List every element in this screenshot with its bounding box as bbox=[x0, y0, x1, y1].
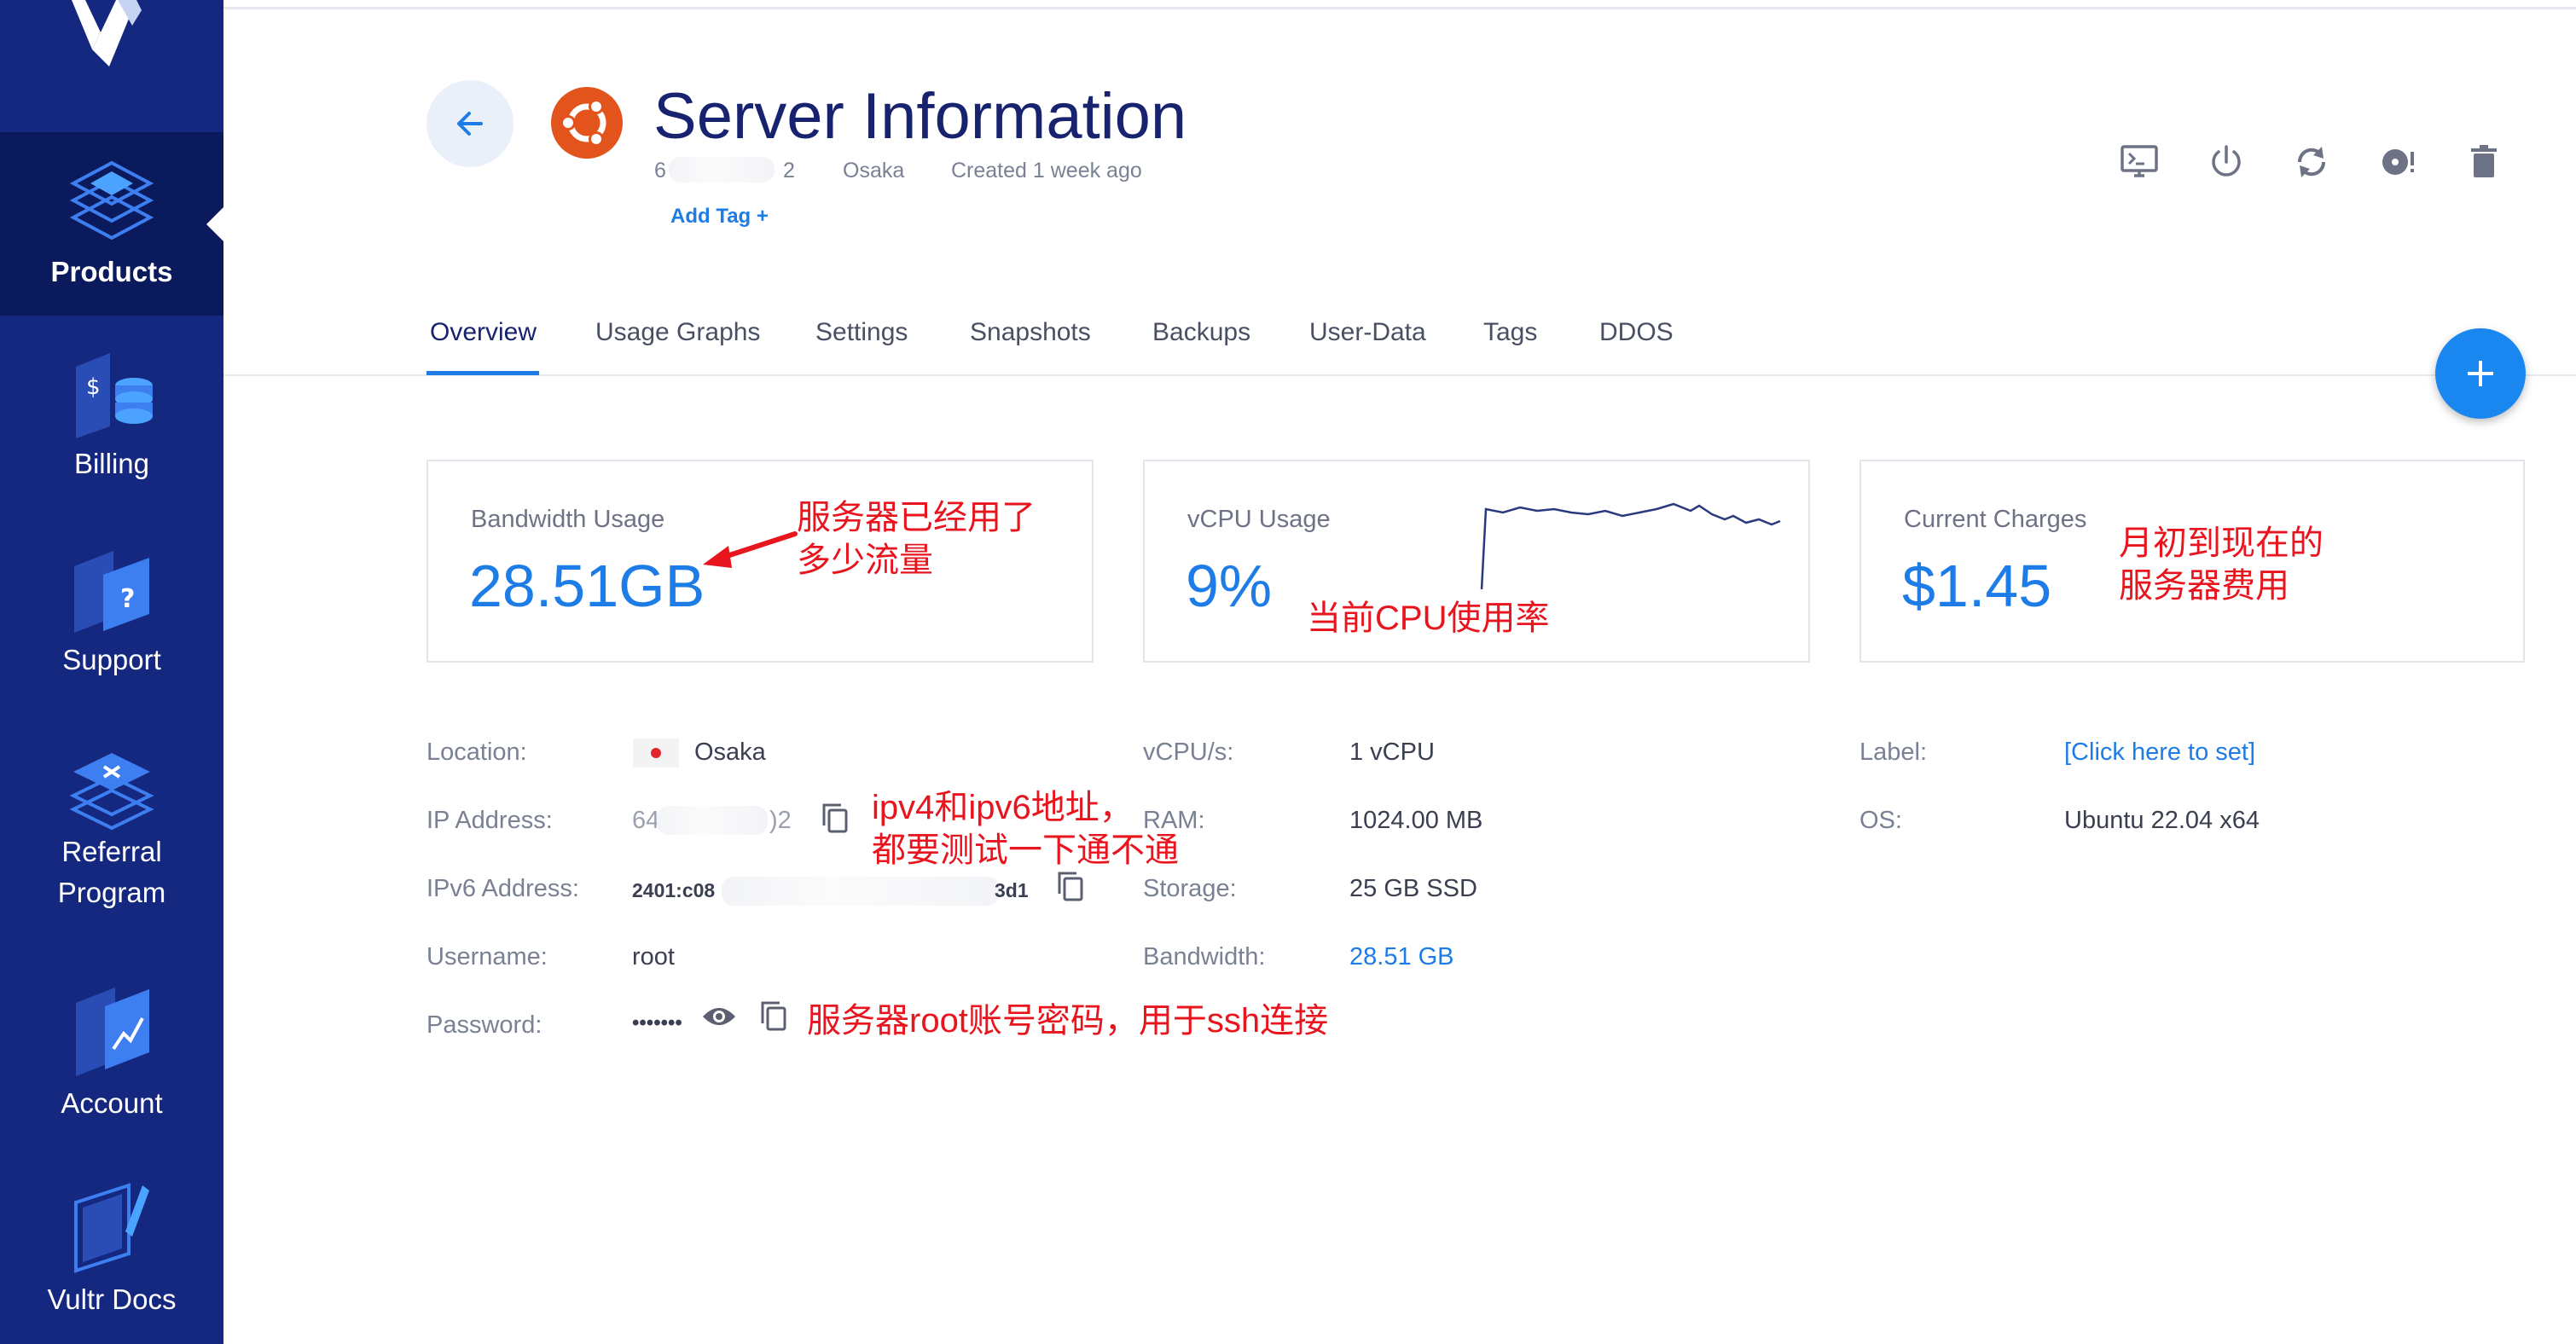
sidebar: Products $ Billing ? Support Referral Pr… bbox=[0, 0, 223, 1344]
password-annotation: 服务器root账号密码，用于ssh连接 bbox=[807, 1002, 1329, 1040]
vcpu-sparkline bbox=[1480, 502, 1781, 590]
sidebar-item-label: Account bbox=[61, 1087, 163, 1119]
ip-suffix: )2 bbox=[769, 807, 792, 834]
server-label-label: Label: bbox=[1859, 739, 1928, 766]
console-icon[interactable] bbox=[2119, 142, 2160, 182]
annotation-line: ipv4和ipv6地址， bbox=[872, 789, 1134, 826]
sidebar-item-label: Products bbox=[50, 256, 173, 287]
redacted-ipv4 bbox=[657, 806, 768, 835]
bandwidth-value-link[interactable]: 28.51 GB bbox=[1349, 940, 1454, 974]
ip-annotation: ipv4和ipv6地址， 都要测试一下通不通 bbox=[872, 786, 1179, 872]
active-indicator bbox=[206, 207, 223, 241]
tab-settings[interactable]: Settings bbox=[815, 307, 908, 358]
server-created: Created 1 week ago bbox=[951, 159, 1142, 182]
username-value: root bbox=[632, 943, 675, 970]
annotation-line: 月初到现在的 bbox=[2119, 524, 2324, 562]
annotation-arrow bbox=[703, 531, 798, 568]
ip-prefix: 64 bbox=[632, 807, 660, 834]
os-label: OS: bbox=[1859, 807, 1902, 834]
annotation-line: 服务器已经用了 bbox=[797, 499, 1036, 536]
japan-flag-icon bbox=[633, 739, 679, 768]
svg-text:?: ? bbox=[120, 584, 135, 614]
ipv6-label: IPv6 Address: bbox=[426, 875, 579, 902]
vcpu-card-value: 9% bbox=[1186, 553, 1273, 619]
charges-card-value: $1.45 bbox=[1902, 553, 2052, 619]
bandwidth-card-value: 28.51GB bbox=[469, 553, 705, 619]
delete-icon[interactable] bbox=[2463, 142, 2504, 182]
reinstall-icon[interactable] bbox=[2378, 142, 2419, 182]
server-ip-prefix: 6 bbox=[654, 159, 666, 182]
sidebar-item-account[interactable]: Account bbox=[0, 981, 223, 1143]
charges-card-title: Current Charges bbox=[1904, 506, 2087, 533]
tab-tags[interactable]: Tags bbox=[1483, 307, 1537, 358]
tabs-border bbox=[223, 374, 2576, 376]
sidebar-item-billing[interactable]: $ Billing bbox=[0, 350, 223, 512]
tab-overview[interactable]: Overview bbox=[430, 307, 537, 358]
location-label: Location: bbox=[426, 739, 527, 766]
vultr-logo[interactable] bbox=[0, 0, 223, 132]
page-title: Server Information bbox=[653, 80, 1187, 153]
ubuntu-icon bbox=[551, 87, 623, 159]
storage-label: Storage: bbox=[1143, 875, 1237, 902]
vcpus-label: vCPU/s: bbox=[1143, 739, 1234, 766]
copy-ip-icon[interactable] bbox=[821, 802, 850, 834]
products-icon bbox=[69, 160, 154, 240]
cpu-annotation: 当前CPU使用率 bbox=[1307, 600, 1550, 637]
vcpu-card-title: vCPU Usage bbox=[1187, 506, 1331, 533]
sidebar-item-support[interactable]: ? Support bbox=[0, 546, 223, 708]
add-tag-link[interactable]: Add Tag + bbox=[670, 205, 769, 229]
tab-backups[interactable]: Backups bbox=[1152, 307, 1250, 358]
copy-ipv6-icon[interactable] bbox=[1056, 870, 1085, 902]
billing-icon: $ bbox=[76, 353, 153, 438]
power-icon[interactable] bbox=[2206, 142, 2247, 182]
tab-ddos[interactable]: DDOS bbox=[1599, 307, 1674, 358]
tab-snapshots[interactable]: Snapshots bbox=[970, 307, 1091, 358]
annotation-line: 都要测试一下通不通 bbox=[872, 831, 1179, 869]
annotation-line: 多少流量 bbox=[797, 542, 933, 579]
sidebar-item-label: Billing bbox=[73, 448, 150, 479]
server-ip-suffix: 2 bbox=[783, 159, 795, 182]
bandwidth-annotation: 服务器已经用了 多少流量 bbox=[797, 496, 1036, 582]
support-icon: ? bbox=[74, 551, 149, 633]
redacted-ipv6 bbox=[722, 877, 1000, 906]
redacted-ip bbox=[669, 157, 775, 182]
sidebar-item-products[interactable]: Products bbox=[0, 132, 223, 316]
back-button[interactable] bbox=[426, 80, 513, 167]
add-button[interactable] bbox=[2435, 328, 2526, 419]
bandwidth-card-title: Bandwidth Usage bbox=[471, 506, 665, 533]
ip-label: IP Address: bbox=[426, 807, 553, 834]
sidebar-item-label: Referral Program bbox=[57, 836, 166, 908]
tab-usage-graphs[interactable]: Usage Graphs bbox=[595, 307, 760, 358]
annotation-line: 服务器费用 bbox=[2119, 567, 2289, 605]
ram-value: 1024.00 MB bbox=[1349, 807, 1483, 834]
location-value: Osaka bbox=[694, 739, 766, 766]
top-divider bbox=[223, 7, 2576, 9]
password-label: Password: bbox=[426, 1011, 542, 1039]
password-value: ••••••• bbox=[632, 1011, 682, 1034]
svg-text:$: $ bbox=[86, 374, 101, 400]
sidebar-item-docs[interactable]: Vultr Docs bbox=[0, 1177, 223, 1339]
set-label-link[interactable]: [Click here to set] bbox=[2064, 735, 2255, 769]
restart-icon[interactable] bbox=[2291, 142, 2332, 182]
server-location: Osaka bbox=[843, 159, 905, 182]
active-tab-underline bbox=[426, 371, 539, 375]
sidebar-item-referral[interactable]: Referral Program bbox=[0, 746, 223, 934]
sidebar-item-label: Support bbox=[62, 644, 161, 675]
account-icon bbox=[76, 988, 149, 1076]
referral-icon bbox=[69, 753, 154, 831]
os-value: Ubuntu 22.04 x64 bbox=[2064, 807, 2260, 834]
bandwidth-label: Bandwidth: bbox=[1143, 943, 1266, 970]
copy-password-icon[interactable] bbox=[759, 999, 788, 1032]
tab-user-data[interactable]: User-Data bbox=[1309, 307, 1426, 358]
docs-icon bbox=[74, 1183, 149, 1273]
sidebar-item-label: Vultr Docs bbox=[47, 1283, 177, 1315]
username-label: Username: bbox=[426, 943, 548, 970]
arrow-left-icon bbox=[457, 112, 483, 136]
ipv6-suffix: 3d1 bbox=[995, 879, 1029, 901]
ipv6-prefix: 2401:c08 bbox=[632, 879, 716, 901]
storage-value: 25 GB SSD bbox=[1349, 875, 1477, 902]
charges-annotation: 月初到现在的 服务器费用 bbox=[2119, 522, 2324, 607]
vcpus-value: 1 vCPU bbox=[1349, 739, 1435, 766]
eye-icon[interactable] bbox=[701, 1003, 737, 1030]
